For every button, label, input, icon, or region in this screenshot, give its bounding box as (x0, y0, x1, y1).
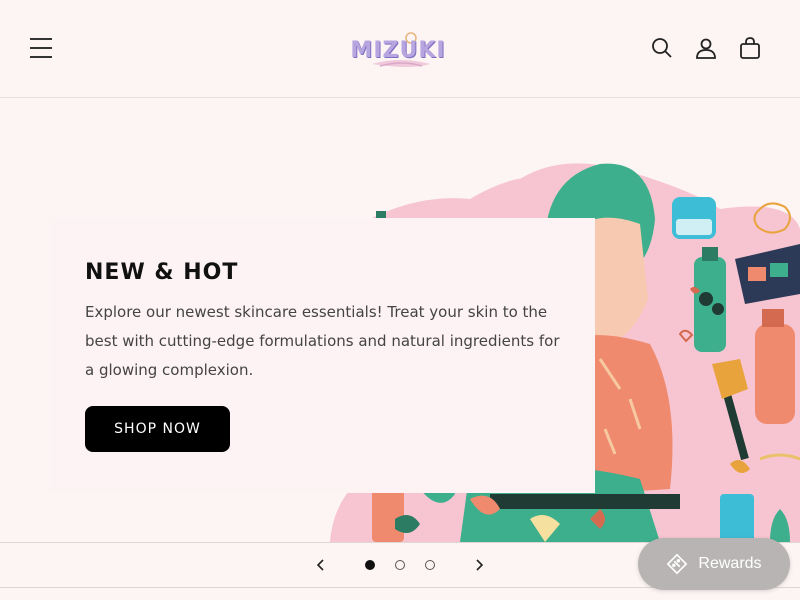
slide-dot-2[interactable] (395, 560, 405, 570)
logo[interactable]: MIZUKI (350, 30, 450, 70)
rewards-button[interactable]: Rewards (638, 538, 790, 590)
user-icon[interactable] (694, 36, 718, 60)
chevron-left-icon[interactable] (313, 557, 329, 573)
search-icon[interactable] (650, 36, 674, 60)
shopping-bag-icon[interactable] (738, 36, 762, 60)
hero-description: Explore our newest skincare essentials! … (85, 303, 560, 379)
slide-dot-1[interactable] (365, 560, 375, 570)
site-header: MIZUKI (0, 0, 800, 98)
hero-content-card: NEW & HOT Explore our newest skincare es… (50, 218, 595, 493)
rewards-label: Rewards (698, 555, 762, 572)
hero-title: NEW & HOT (85, 260, 239, 285)
logo-text: MIZUKI (350, 38, 446, 63)
chevron-right-icon[interactable] (471, 557, 487, 573)
slide-dot-3[interactable] (425, 560, 435, 570)
hamburger-menu-icon[interactable] (30, 38, 54, 60)
ticket-icon (667, 553, 688, 575)
hero-banner: NEW & HOT Explore our newest skincare es… (0, 99, 800, 542)
shop-now-button[interactable]: SHOP NOW (85, 406, 230, 452)
